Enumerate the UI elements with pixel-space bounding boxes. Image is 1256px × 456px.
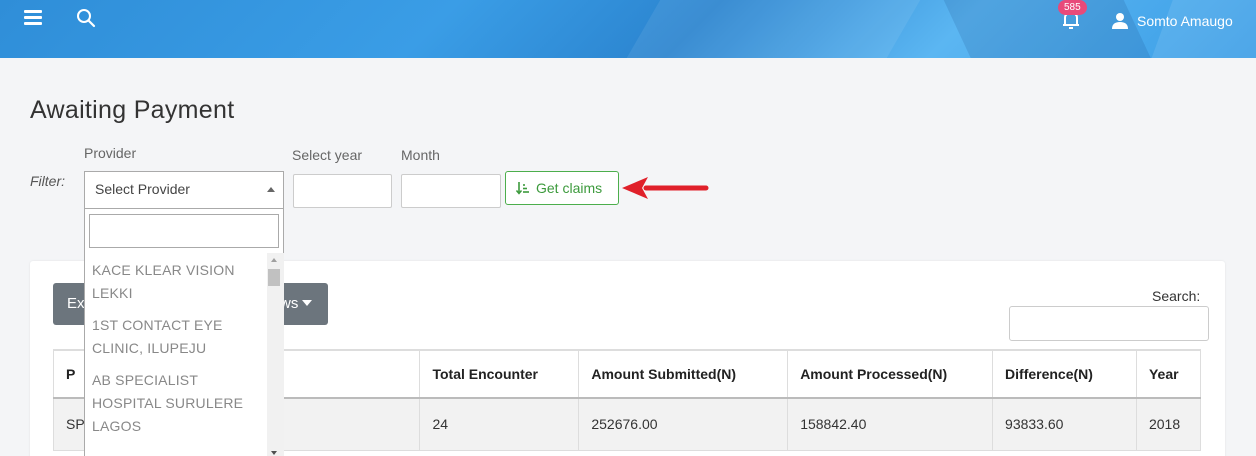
column-header[interactable]: Total Encounter bbox=[419, 349, 580, 399]
user-icon bbox=[1112, 13, 1128, 29]
provider-search-input[interactable] bbox=[89, 214, 279, 248]
sort-amount-icon bbox=[516, 182, 529, 195]
year-label: Select year bbox=[292, 147, 363, 163]
scrollbar-thumb[interactable] bbox=[268, 269, 280, 286]
filter-label: Filter: bbox=[30, 173, 65, 189]
dropdown-scrollbar[interactable] bbox=[267, 253, 284, 456]
provider-option[interactable]: AB SPECIALIST HOSPITAL SURULERE LAGOS bbox=[85, 365, 267, 443]
month-input[interactable] bbox=[401, 174, 501, 208]
table-cell: 24 bbox=[419, 397, 580, 451]
month-label: Month bbox=[401, 147, 440, 163]
header-decoration bbox=[608, 0, 932, 58]
table-cell: 252676.00 bbox=[578, 397, 789, 451]
search-label: Search: bbox=[1152, 288, 1201, 304]
get-claims-button[interactable]: Get claims bbox=[505, 171, 619, 205]
show-rows-button[interactable]: ws bbox=[280, 295, 313, 312]
user-name[interactable]: Somto Amaugo bbox=[1137, 13, 1233, 29]
provider-option[interactable]: 1ST CONTACT EYE CLINIC, ILUPEJU bbox=[85, 310, 267, 365]
table-cell: 158842.40 bbox=[787, 397, 994, 451]
search-icon[interactable] bbox=[76, 8, 96, 28]
column-header[interactable]: Year bbox=[1135, 349, 1202, 399]
provider-label: Provider bbox=[84, 145, 137, 161]
table-search-input[interactable] bbox=[1009, 306, 1209, 341]
header-decoration bbox=[1143, 0, 1256, 58]
page-title: Awaiting Payment bbox=[30, 96, 235, 124]
provider-dropdown: KACE KLEAR VISION LEKKI 1ST CONTACT EYE … bbox=[84, 209, 284, 456]
scroll-up-icon[interactable] bbox=[271, 258, 277, 262]
menu-icon[interactable] bbox=[24, 10, 44, 28]
column-header[interactable]: Amount Processed(N) bbox=[787, 349, 994, 399]
table-cell: 2018 bbox=[1135, 397, 1202, 451]
scroll-down-icon[interactable] bbox=[271, 451, 277, 455]
get-claims-label: Get claims bbox=[536, 180, 603, 196]
export-button[interactable]: Ex bbox=[67, 295, 85, 312]
provider-options-list: KACE KLEAR VISION LEKKI 1ST CONTACT EYE … bbox=[85, 255, 267, 443]
provider-select[interactable]: Select Provider bbox=[84, 171, 284, 209]
red-arrow-annotation bbox=[622, 177, 709, 199]
column-header[interactable]: Amount Submitted(N) bbox=[578, 349, 789, 399]
header-decoration bbox=[939, 0, 1161, 58]
provider-option[interactable]: KACE KLEAR VISION LEKKI bbox=[85, 255, 267, 310]
caret-down-icon bbox=[302, 300, 313, 306]
top-navbar: 585 Somto Amaugo bbox=[0, 0, 1256, 58]
year-input[interactable] bbox=[293, 174, 392, 208]
table-cell: 93833.60 bbox=[992, 397, 1137, 451]
provider-select-value: Select Provider bbox=[95, 181, 190, 197]
caret-up-icon bbox=[267, 187, 275, 192]
notification-badge[interactable]: 585 bbox=[1058, 0, 1087, 15]
column-header[interactable]: Difference(N) bbox=[992, 349, 1137, 399]
